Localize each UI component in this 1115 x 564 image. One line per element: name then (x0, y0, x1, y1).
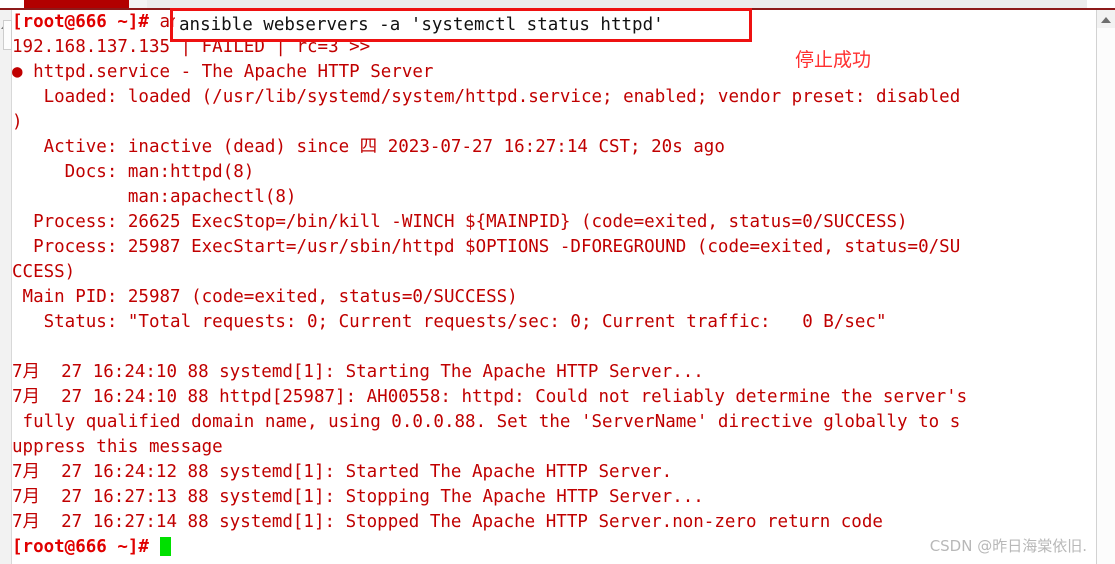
terminal-line: 7月 27 16:24:10 88 systemd[1]: Starting T… (12, 360, 1087, 385)
highlighted-command-text: ansible webservers -a 'systemctl status … (175, 12, 668, 39)
terminal-line-text: Process: 26625 ExecStop=/bin/kill -WINCH… (12, 212, 908, 232)
terminal-line-text: CCESS) (12, 262, 76, 282)
terminal-output[interactable]: [root@666 ~]# ansible webservers -a 'sys… (12, 10, 1087, 564)
terminal-line-text: man:apachectl(8) (12, 187, 297, 207)
shell-prompt: [root@666 ~]# (12, 12, 149, 32)
terminal-line-text: Docs: man:httpd(8) (12, 162, 255, 182)
terminal-line-text: 7月 27 16:24:12 88 systemd[1]: Started Th… (12, 462, 673, 482)
terminal-line: CCESS) (12, 260, 1087, 285)
terminal-line-text: uppress this message (12, 437, 223, 457)
terminal-line: man:apachectl(8) (12, 185, 1087, 210)
terminal-line-text: 7月 27 16:24:10 88 systemd[1]: Starting T… (12, 362, 704, 382)
terminal-line: ● httpd.service - The Apache HTTP Server (12, 60, 1087, 85)
terminal-line: [root@666 ~]# (12, 535, 1087, 560)
terminal-line: ) (12, 110, 1087, 135)
terminal-line-text: ) (12, 112, 23, 132)
scrollbar-track[interactable] (1097, 28, 1115, 564)
terminal-line-text: fully qualified domain name, using 0.0.0… (12, 412, 961, 432)
left-rail-thumb[interactable] (3, 20, 12, 50)
terminal-line: Main PID: 25987 (code=exited, status=0/S… (12, 285, 1087, 310)
terminal-line: Loaded: loaded (/usr/lib/systemd/system/… (12, 85, 1087, 110)
terminal-line: Docs: man:httpd(8) (12, 160, 1087, 185)
watermark-text: CSDN @昨日海棠依旧. (929, 537, 1087, 555)
terminal-line: 7月 27 16:24:12 88 systemd[1]: Started Th… (12, 460, 1087, 485)
terminal-line-text: 192.168.137.135 | FAILED | rc=3 >> (12, 37, 371, 57)
vertical-scrollbar[interactable] (1096, 10, 1115, 564)
terminal-line: uppress this message (12, 435, 1087, 460)
terminal-line-text: 7月 27 16:27:14 88 systemd[1]: Stopped Th… (12, 512, 883, 532)
terminal-line: Process: 26625 ExecStop=/bin/kill -WINCH… (12, 210, 1087, 235)
terminal-line-text: 7月 27 16:24:10 88 httpd[25987]: AH00558:… (12, 387, 968, 407)
terminal-line: fully qualified domain name, using 0.0.0… (12, 410, 1087, 435)
terminal-line-text: Status: "Total requests: 0; Current requ… (12, 312, 887, 332)
terminal-cursor (159, 537, 171, 556)
terminal-line: 7月 27 16:27:13 88 systemd[1]: Stopping T… (12, 485, 1087, 510)
terminal-line: Active: inactive (dead) since 四 2023-07-… (12, 135, 1087, 160)
terminal-line-text: Active: inactive (dead) since 四 2023-07-… (12, 137, 725, 157)
terminal-line: Process: 25987 ExecStart=/usr/sbin/httpd… (12, 235, 1087, 260)
terminal-line-text: 7月 27 16:27:13 88 systemd[1]: Stopping T… (12, 487, 704, 507)
terminal-line: 7月 27 16:24:10 88 httpd[25987]: AH00558:… (12, 385, 1087, 410)
terminal-line-text: ● httpd.service - The Apache HTTP Server (12, 62, 434, 82)
shell-prompt: [root@666 ~]# (12, 537, 149, 557)
terminal-line-text: Main PID: 25987 (code=exited, status=0/S… (12, 287, 518, 307)
terminal-line-text (149, 537, 160, 557)
terminal-line-text: Loaded: loaded (/usr/lib/systemd/system/… (12, 87, 961, 107)
terminal-window: [root@666 ~]# ansible webservers -a 'sys… (0, 0, 1115, 564)
annotation-note: 停止成功 (795, 49, 872, 71)
left-edge-rail (0, 10, 12, 564)
terminal-line-text: Process: 25987 ExecStart=/usr/sbin/httpd… (12, 237, 961, 257)
terminal-line: Status: "Total requests: 0; Current requ… (12, 310, 1087, 335)
scroll-up-arrow-icon[interactable] (1099, 12, 1113, 26)
terminal-line: 7月 27 16:27:14 88 systemd[1]: Stopped Th… (12, 510, 1087, 535)
